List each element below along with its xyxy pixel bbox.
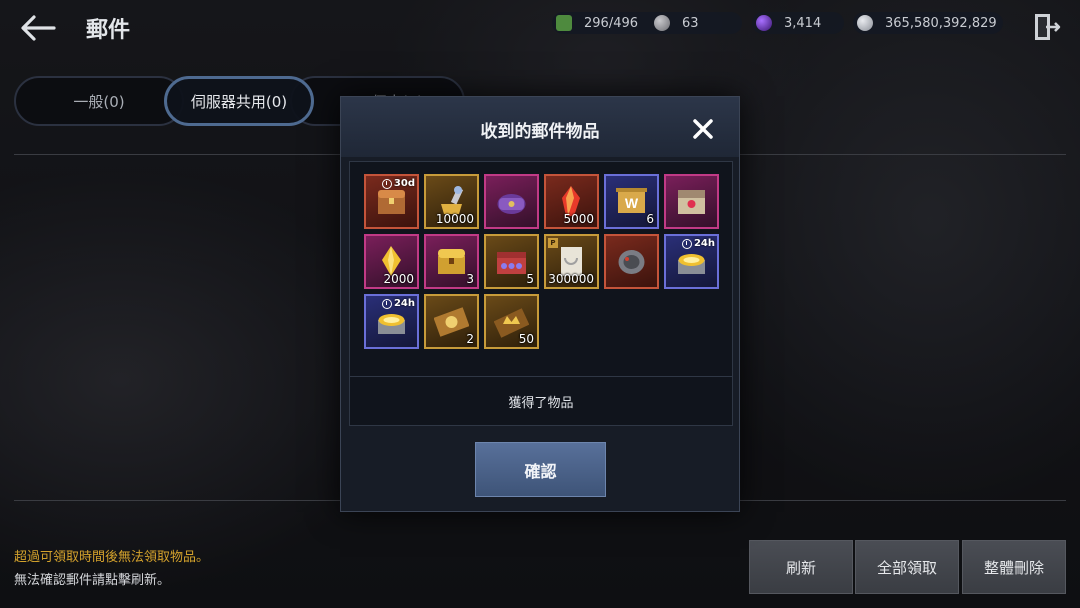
- refresh-label: 刷新: [785, 558, 816, 577]
- resource-silver-value: 365,580,392,829: [885, 15, 997, 31]
- item-slot[interactable]: 24h: [364, 294, 419, 349]
- claim-all-label: 全部領取: [876, 558, 937, 577]
- item-timer-text: 24h: [393, 298, 415, 309]
- item-quantity: 5: [526, 272, 534, 286]
- item-slot[interactable]: 5000: [544, 174, 599, 229]
- item-slot[interactable]: 24h: [664, 234, 719, 289]
- item-slot[interactable]: 30d: [364, 174, 419, 229]
- panel-divider: [350, 376, 732, 377]
- item-quantity: 10000: [435, 212, 474, 226]
- confirm-label: 確認: [524, 461, 557, 481]
- back-arrow-icon[interactable]: [18, 12, 58, 44]
- item-quantity: 6: [646, 212, 654, 226]
- close-icon[interactable]: [691, 117, 715, 141]
- svg-text:W: W: [625, 195, 639, 211]
- refresh-notice: 無法確認郵件請點擊刷新。: [14, 573, 171, 588]
- purple-orb-icon: [756, 15, 772, 31]
- item-quantity: 5000: [563, 212, 594, 226]
- scroll-w-icon: W: [616, 188, 647, 213]
- modal-title: 收到的郵件物品: [480, 122, 600, 142]
- tab-general[interactable]: 一般(0): [14, 76, 184, 126]
- item-slot[interactable]: 50: [484, 294, 539, 349]
- delete-all-button[interactable]: 整體刪除: [962, 540, 1066, 594]
- gray-orb-icon: [654, 15, 670, 31]
- clock-icon: [681, 238, 692, 249]
- item-timer: 24h: [681, 238, 715, 249]
- page-title: 郵件: [86, 18, 131, 43]
- item-slot[interactable]: 10000: [424, 174, 479, 229]
- tab-general-label: 一般(0): [73, 92, 125, 111]
- item-slot[interactable]: 2000: [364, 234, 419, 289]
- gold-bowl-icon: [678, 254, 705, 274]
- silver-coin-icon: [857, 15, 873, 31]
- item-timer-text: 30d: [393, 178, 415, 189]
- gold-chest-icon: [438, 249, 465, 274]
- item-slot[interactable]: 3: [424, 234, 479, 289]
- claim-all-button[interactable]: 全部領取: [855, 540, 959, 594]
- item-quantity: 2000: [383, 272, 414, 286]
- received-items-modal: 收到的郵件物品 30d 10000 5000 W 6 2000 3 5 P 300000 24h 24…: [340, 96, 740, 512]
- item-timer: 30d: [381, 178, 415, 189]
- item-quantity: 3: [466, 272, 474, 286]
- item-slot[interactable]: 2: [424, 294, 479, 349]
- item-slot[interactable]: W6: [604, 174, 659, 229]
- dragon-armor-icon: [618, 250, 645, 274]
- resource-gray-orb: 63: [650, 12, 742, 34]
- item-badge: P: [548, 238, 558, 248]
- resource-gray-orb-value: 63: [682, 15, 699, 31]
- item-slot[interactable]: [664, 174, 719, 229]
- ornate-ticket-icon: [434, 307, 469, 337]
- refresh-button[interactable]: 刷新: [749, 540, 853, 594]
- item-grid-panel: 30d 10000 5000 W 6 2000 3 5 P 300000 24h 24h 2 50 獲得了…: [349, 161, 733, 426]
- delete-all-label: 整體刪除: [983, 558, 1044, 577]
- tab-server-shared[interactable]: 伺服器共用(0): [164, 76, 314, 126]
- gem-box-icon: [497, 252, 526, 274]
- item-quantity: 300000: [548, 272, 594, 286]
- item-timer: 24h: [381, 298, 415, 309]
- item-slot[interactable]: P 300000: [544, 234, 599, 289]
- expiry-notice: 超過可領取時間後無法領取物品。: [14, 550, 210, 565]
- chest-icon: [378, 190, 405, 214]
- item-slot[interactable]: 5: [484, 234, 539, 289]
- confirm-button[interactable]: 確認: [475, 442, 606, 497]
- item-quantity: 2: [466, 332, 474, 346]
- exit-icon[interactable]: [1032, 12, 1062, 42]
- tab-server-shared-label: 伺服器共用(0): [190, 92, 288, 111]
- gold-bowl-icon: [378, 314, 405, 334]
- item-quantity: 50: [518, 332, 534, 346]
- purple-chest-icon: [497, 194, 526, 214]
- resource-stamina-value: 296/496: [584, 15, 639, 31]
- resource-silver: 365,580,392,829: [853, 12, 1003, 34]
- resource-purple-orb-value: 3,414: [784, 15, 822, 31]
- item-slot[interactable]: [604, 234, 659, 289]
- item-timer-text: 24h: [693, 238, 715, 249]
- clock-icon: [381, 178, 392, 189]
- obtained-message: 獲得了物品: [508, 396, 574, 411]
- green-gem-icon: [556, 15, 572, 31]
- item-slot[interactable]: [484, 174, 539, 229]
- jewel-box-icon: [678, 190, 705, 214]
- clock-icon: [381, 298, 392, 309]
- resource-purple-orb: 3,414: [752, 12, 844, 34]
